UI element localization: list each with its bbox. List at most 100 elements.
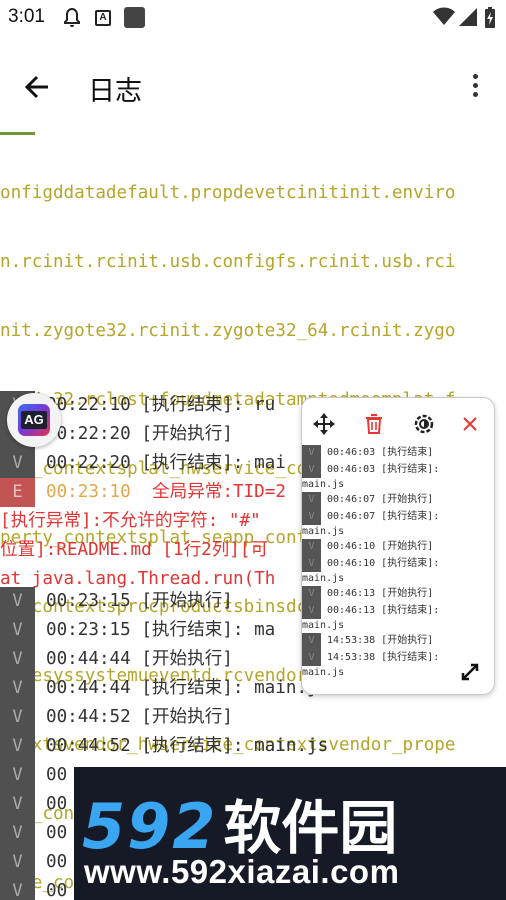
console-wrap-text: main.js	[302, 573, 345, 584]
close-icon	[463, 417, 477, 431]
back-button[interactable]	[20, 70, 60, 104]
log-wrapped-line: nit.zygote32.rcinit.zygote32_64.rcinit.z…	[0, 321, 456, 341]
battery-charging-icon	[484, 7, 496, 33]
console-text: 00:46:07 [执行结束]:	[327, 510, 440, 522]
resize-button[interactable]	[458, 660, 482, 684]
log-level: V	[0, 587, 35, 616]
page-title: 日志	[88, 76, 142, 107]
close-button[interactable]	[456, 410, 484, 438]
log-level: V	[0, 819, 35, 848]
more-vert-icon	[472, 74, 478, 79]
log-level: V	[0, 848, 35, 877]
console-level: V	[302, 555, 321, 572]
log-level: E	[0, 478, 35, 507]
console-text: 14:53:38 [执行结束]:	[327, 651, 440, 663]
log-text: 00:44:52 [执行结束]: main.js	[46, 736, 329, 756]
move-button[interactable]	[310, 410, 338, 438]
console-log-list: V 00:46:03 [执行结束] V 00:46:03 [执行结束]: main.…	[302, 445, 494, 680]
log-level: V	[0, 732, 35, 761]
console-text: 14:53:38 [开始执行]	[327, 635, 434, 646]
console-text: 00:46:03 [执行结束]:	[327, 463, 440, 475]
log-text: 00:44:44 [开始执行]	[46, 649, 233, 669]
console-level: V	[302, 586, 321, 603]
wifi-icon	[433, 7, 455, 31]
console-row: V 00:46:10 [开始执行]	[302, 539, 494, 556]
console-row: V 00:46:13 [开始执行]	[302, 586, 494, 603]
log-text: 全局异常:TID=2	[152, 482, 286, 502]
console-wrap-text: main.js	[302, 620, 345, 631]
console-level: V	[302, 649, 321, 666]
log-wrapped-line: onfigddatadefault.propdevetcinitinit.env…	[0, 183, 456, 203]
settings-button[interactable]	[410, 410, 438, 438]
a-box-icon: A	[95, 10, 111, 26]
log-text: 00:23:15 [开始执行]	[46, 591, 233, 611]
console-text: 00:46:10 [开始执行]	[327, 541, 434, 552]
app-logo-icon: AG	[18, 404, 50, 436]
log-level: V	[0, 616, 35, 645]
bell-icon	[63, 7, 81, 33]
arrow-left-icon	[24, 75, 48, 99]
watermark-url: www.592xiazai.com	[84, 853, 400, 890]
log-text: 00:22:20 [开始执行]	[46, 424, 233, 444]
log-level: V	[0, 790, 35, 819]
console-text: 00:46:03 [执行结束]	[327, 447, 434, 458]
log-text: 00:22:10 [执行结束]: ru	[46, 395, 276, 415]
console-row: V 00:46:07 [执行结束]:	[302, 508, 494, 525]
console-text: 00:46:07 [开始执行]	[327, 494, 434, 505]
clear-button[interactable]	[360, 410, 388, 438]
log-level: V	[0, 761, 35, 790]
console-row: V 00:46:03 [执行结束]:	[302, 461, 494, 478]
log-time: 00:23:10	[46, 482, 131, 502]
console-level: V	[302, 602, 321, 619]
log-text: 00:23:15 [执行结束]: ma	[46, 620, 276, 640]
console-text: 00:46:13 [开始执行]	[327, 588, 434, 599]
expand-diagonal-icon	[461, 663, 479, 681]
log-wrapped-line: n.rcinit.rcinit.usb.configfs.rcinit.usb.…	[0, 252, 456, 272]
log-level: V	[0, 449, 35, 478]
log-text: 00	[46, 794, 68, 814]
watermark-name: 软件园	[223, 794, 398, 862]
console-level: V	[302, 461, 321, 478]
floating-console[interactable]: V 00:46:03 [执行结束] V 00:46:03 [执行结束]: main.…	[301, 397, 495, 695]
log-level: V	[0, 877, 35, 900]
floating-app-button[interactable]: AG	[7, 393, 61, 447]
log-text: 00:44:44 [执行结束]: main.js	[46, 678, 329, 698]
console-level: V	[302, 492, 321, 509]
more-options-button[interactable]	[464, 70, 486, 104]
console-row: V 00:46:13 [执行结束]:	[302, 602, 494, 619]
trash-icon	[366, 414, 382, 434]
scroll-indicator	[0, 132, 35, 135]
log-level: V	[0, 674, 35, 703]
console-text: 00:46:13 [执行结束]:	[327, 604, 440, 616]
console-level: V	[302, 508, 321, 525]
watermark-banner: 592 软件园 www.592xiazai.com	[74, 767, 506, 900]
log-row: V 00:44:52 [开始执行]	[0, 703, 506, 732]
console-text: 00:46:10 [执行结束]:	[327, 557, 440, 569]
console-row: V 00:46:03 [执行结束]	[302, 445, 494, 462]
log-text: 00	[46, 852, 68, 872]
status-bar: 3:01 A	[0, 0, 506, 36]
log-row: V 00:44:52 [执行结束]: main.js	[0, 732, 506, 761]
console-row: V 00:46:10 [执行结束]:	[302, 555, 494, 572]
console-level: V	[302, 633, 321, 650]
status-time: 3:01	[8, 6, 45, 27]
log-text: 00:22:20 [执行结束]: mai	[46, 453, 286, 473]
app-bar: 日志	[0, 36, 506, 132]
log-text: 00:44:52 [开始执行]	[46, 707, 233, 727]
console-level: V	[302, 539, 321, 556]
console-level: V	[302, 445, 321, 462]
log-text: 00	[46, 881, 68, 900]
console-row: V 00:46:07 [开始执行]	[302, 492, 494, 509]
log-level: V	[0, 645, 35, 674]
log-text: 00	[46, 765, 68, 785]
fab-label: AG	[21, 411, 47, 429]
console-row: V 14:53:38 [开始执行]	[302, 633, 494, 650]
console-wrap-text: main.js	[302, 526, 345, 537]
move-icon	[313, 413, 335, 435]
log-text: 00	[46, 823, 68, 843]
log-level: V	[0, 703, 35, 732]
console-wrap-text: main.js	[302, 479, 345, 490]
square-app-icon	[124, 7, 145, 28]
signal-icon	[458, 7, 478, 31]
settings-icon	[414, 414, 434, 434]
